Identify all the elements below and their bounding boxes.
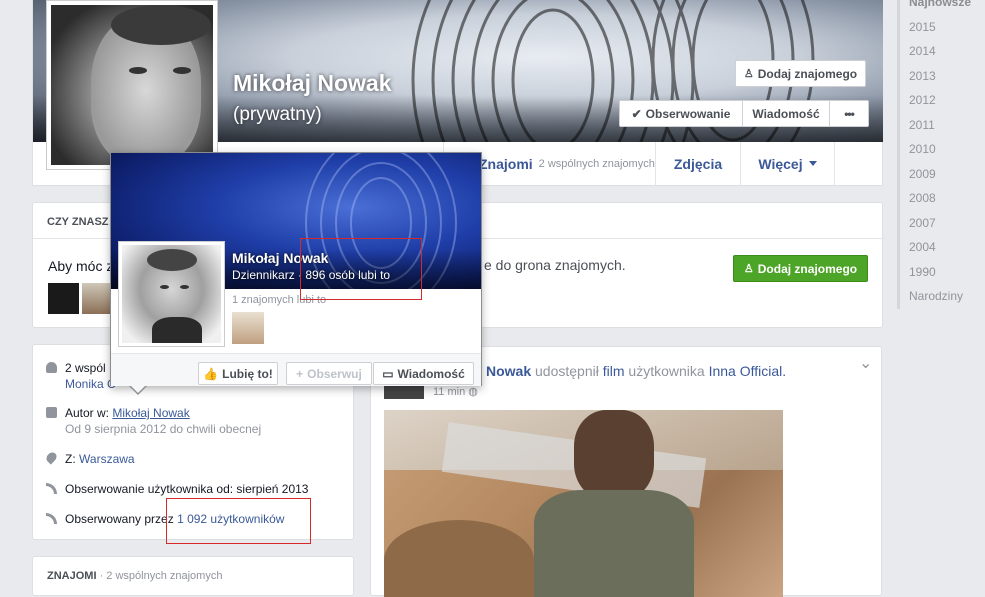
mutual-prefix: 2 wspól — [65, 361, 106, 375]
thumbs-up-icon: 👍 — [203, 366, 219, 381]
message-button[interactable]: Wiadomość — [743, 101, 830, 126]
about-mutual-text: 2 wspól Monika C — [65, 360, 116, 392]
timeline-year[interactable]: 2013 — [900, 64, 985, 89]
pymk-thumb-2[interactable] — [82, 283, 113, 314]
chevron-down-icon — [808, 161, 817, 166]
profile-photo-image — [51, 5, 213, 165]
message-label: Wiadomość — [752, 106, 820, 121]
timeline-year[interactable]: 2011 — [900, 113, 985, 138]
about-location-row: Z: Warszawa — [44, 450, 135, 467]
tab-friends-count: 2 wspólnych znajomych — [538, 157, 655, 170]
following-button[interactable]: ✔ Obserwowanie — [620, 101, 743, 126]
friends-box: ZNAJOMI · 2 wspólnych znajomych — [32, 556, 354, 596]
post-author-link[interactable]: Nowak — [486, 363, 531, 379]
profile-picture[interactable] — [46, 0, 218, 170]
highlight-box-followers — [166, 498, 311, 544]
briefcase-icon — [46, 407, 57, 418]
profile-privacy-label: (prywatny) — [233, 104, 322, 125]
timeline-year[interactable]: 2010 — [900, 137, 985, 162]
timeline-year[interactable]: 2015 — [900, 15, 985, 40]
highlight-box-likes — [300, 238, 422, 300]
from-label: Z: — [65, 452, 76, 466]
about-location-text: Z: Warszawa — [65, 451, 135, 467]
rss-icon — [46, 513, 57, 524]
message-icon: ▭ — [382, 366, 394, 381]
hovercard-arrow-inner — [130, 385, 146, 393]
about-work-text: Autor w: Mikołaj Nowak Od 9 sierpnia 2012… — [65, 405, 261, 437]
hovercard-role: Dziennikarz — [232, 268, 295, 282]
location-pin-icon — [44, 450, 59, 465]
hovercard-mutual-thumb[interactable] — [232, 312, 264, 344]
friends-box-count: · 2 wspólnych znajomych — [99, 570, 223, 582]
post-film-link[interactable]: film — [603, 363, 625, 379]
friends-box-header: ZNAJOMI · 2 wspólnych znajomych — [47, 570, 222, 582]
post-page-link[interactable]: Inna Official. — [709, 363, 787, 379]
following-since-text: Obserwowanie użytkownika od: sierpień 20… — [65, 482, 309, 496]
tab-photos-label: Zdjęcia — [673, 155, 723, 172]
timeline-year[interactable]: 2009 — [900, 162, 985, 187]
hovercard: Mikołaj Nowak Dziennikarz · 896 osób lub… — [110, 152, 482, 395]
post-time[interactable]: 11 min ◍ — [433, 385, 478, 398]
post-shared-label: udostępnił — [535, 363, 599, 379]
add-friend-label: Dodaj znajomego — [757, 66, 858, 81]
hovercard-avatar-image — [122, 245, 221, 343]
tab-more-label: Więcej — [758, 155, 803, 172]
post-header-text: Nowak udostępnił film użytkownika Inna O… — [486, 363, 786, 379]
timeline-year[interactable]: 2012 — [900, 88, 985, 113]
timeline-year[interactable]: 2008 — [900, 186, 985, 211]
tab-photos[interactable]: Zdjęcia — [655, 142, 740, 185]
hovercard-message-button[interactable]: ▭ Wiadomość — [373, 362, 474, 385]
about-work-row: Autor w: Mikołaj Nowak Od 9 sierpnia 2012… — [46, 405, 261, 437]
hovercard-like-label: Lubię to! — [222, 366, 273, 381]
rss-icon — [46, 483, 57, 494]
post-user-label: użytkownika — [628, 363, 705, 379]
profile-name[interactable]: Mikołaj Nowak — [233, 70, 391, 97]
about-mutual-row: 2 wspól Monika C — [46, 360, 116, 392]
following-label: Obserwowanie — [645, 106, 731, 121]
plus-icon: + — [296, 366, 304, 381]
author-dates: Od 9 sierpnia 2012 do chwili obecnej — [65, 422, 262, 436]
mutual-friend-link[interactable]: Monika C — [65, 377, 116, 391]
hovercard-avatar[interactable] — [118, 241, 225, 347]
about-following-row: Obserwowanie użytkownika od: sierpień 20… — [46, 481, 308, 497]
timeline-year[interactable]: 1990 — [900, 260, 985, 285]
pymk-text-end: e do grona znajomych. — [484, 257, 626, 273]
tab-friends-label: Znajomi — [479, 155, 533, 172]
pymk-text-start: Aby móc z — [48, 258, 114, 274]
pymk-thumb-1[interactable] — [48, 283, 79, 314]
hovercard-like-button[interactable]: 👍 Lubię to! — [198, 362, 278, 385]
followed-label: Obserwowany przez — [65, 512, 174, 526]
post-video-thumbnail[interactable] — [384, 410, 783, 597]
timeline-year[interactable]: 2014 — [900, 39, 985, 64]
city-link[interactable]: Warszawa — [79, 452, 135, 466]
cover-actions-group: ✔ Obserwowanie Wiadomość ••• — [619, 100, 869, 127]
add-friend-icon: ♙ — [743, 263, 754, 275]
author-page-link[interactable]: Mikołaj Nowak — [112, 406, 189, 420]
timeline-year-birth[interactable]: Narodziny — [900, 284, 985, 309]
hovercard-follow-button[interactable]: + Obserwuj — [286, 362, 372, 385]
pymk-add-friend-button[interactable]: ♙ Dodaj znajomego — [733, 255, 868, 282]
add-friend-button[interactable]: ♙ Dodaj znajomego — [735, 60, 866, 87]
friends-icon — [46, 362, 57, 373]
add-friend-icon: ♙ — [743, 68, 754, 80]
timeline-year[interactable]: 2007 — [900, 211, 985, 236]
post-menu-button[interactable]: ⌄ — [859, 353, 872, 373]
timeline-nav: Najnowsze 2015 2014 2013 2012 2011 2010 … — [897, 0, 985, 309]
hovercard-follow-label: Obserwuj — [307, 366, 362, 381]
check-icon: ✔ — [631, 106, 642, 121]
post-time-label: 11 min — [433, 386, 466, 398]
pymk-header: CZY ZNASZ — [47, 216, 109, 228]
more-dots-icon: ••• — [844, 106, 855, 121]
pymk-add-friend-label: Dodaj znajomego — [757, 261, 858, 276]
timeline-year[interactable]: 2004 — [900, 235, 985, 260]
globe-icon: ◍ — [468, 386, 478, 398]
friends-box-title[interactable]: ZNAJOMI — [47, 570, 97, 582]
timeline-year-latest[interactable]: Najnowsze — [900, 0, 985, 15]
more-options-button[interactable]: ••• — [830, 101, 868, 126]
author-label: Autor w: — [65, 406, 110, 420]
tab-more[interactable]: Więcej — [740, 142, 835, 185]
hovercard-message-label: Wiadomość — [397, 366, 465, 381]
